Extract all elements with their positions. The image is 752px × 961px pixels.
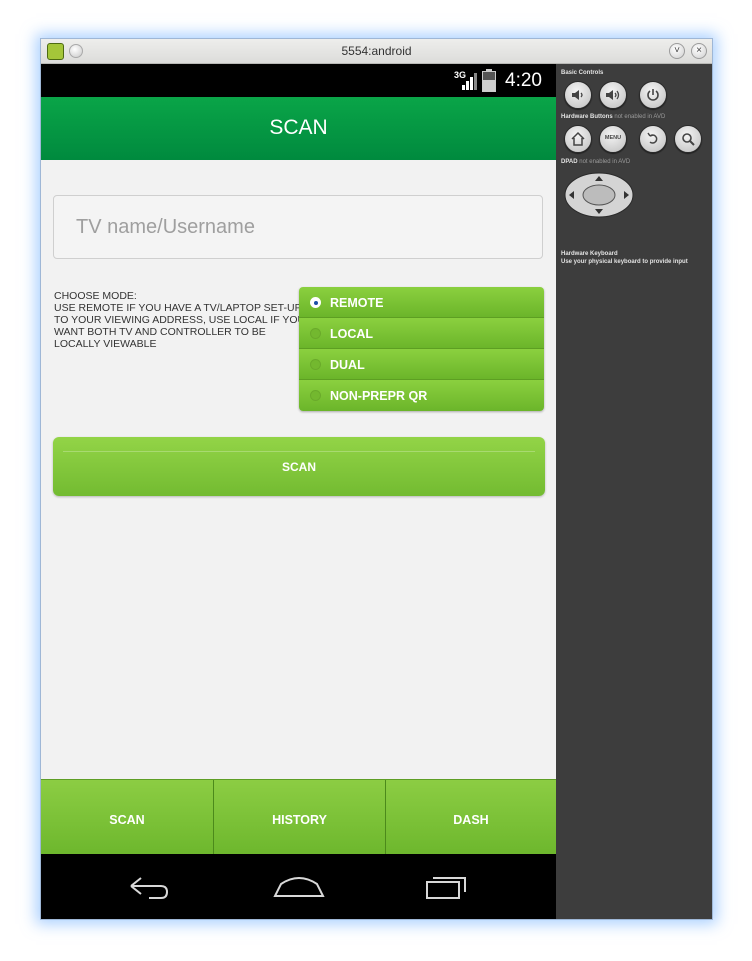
home-icon[interactable]	[269, 866, 329, 906]
basic-controls-label: Basic Controls	[561, 70, 604, 76]
tv-name-input[interactable]	[53, 195, 543, 259]
status-clock: 4:20	[505, 70, 542, 91]
tab-dash[interactable]: DASH	[386, 780, 556, 855]
mode-description-line: WANT BOTH TV AND CONTROLLER TO BE	[54, 326, 266, 338]
scan-button[interactable]: SCAN	[53, 437, 545, 496]
volume-up-icon[interactable]	[599, 81, 627, 109]
mode-option-label: NON-PREPR QR	[330, 389, 428, 403]
home-hardware-icon[interactable]	[564, 125, 592, 153]
emulator-controls-panel: Basic Controls Hardware Buttons not enab…	[556, 64, 712, 919]
minimize-button[interactable]: ˅	[669, 43, 685, 59]
status-bar: 3G 4:20	[41, 64, 556, 97]
page-title: SCAN	[269, 116, 328, 139]
battery-icon	[482, 69, 496, 92]
mode-option-label: REMOTE	[330, 296, 384, 310]
device-screen: 3G 4:20 SCAN CHOOSE MODE: USE REMOTE IF …	[41, 64, 556, 919]
search-hardware-icon[interactable]	[674, 125, 702, 153]
radio-unselected-icon	[310, 390, 321, 401]
mode-description-line: LOCALLY VIEWABLE	[54, 338, 157, 350]
close-button[interactable]: ×	[691, 43, 707, 59]
window-titlebar: 5554:android ˅ ×	[41, 39, 712, 64]
radio-unselected-icon	[310, 359, 321, 370]
menu-hardware-button[interactable]: MENU	[599, 125, 627, 153]
dpad-label: DPAD not enabled in AVD	[561, 159, 631, 165]
mode-option-dual[interactable]: DUAL	[299, 349, 544, 380]
hardware-keyboard-note: Use your physical keyboard to provide in…	[561, 259, 688, 265]
mode-option-label: DUAL	[330, 358, 365, 372]
recent-apps-icon[interactable]	[419, 866, 479, 906]
bottom-tab-bar: SCAN HISTORY DASH	[41, 779, 556, 855]
mode-option-label: LOCAL	[330, 327, 374, 341]
tab-label: SCAN	[109, 813, 145, 827]
tab-scan[interactable]: SCAN	[41, 780, 213, 855]
radio-unselected-icon	[310, 328, 321, 339]
back-hardware-icon[interactable]	[639, 125, 667, 153]
radio-selected-icon	[310, 297, 321, 308]
mode-radio-group: REMOTE LOCAL DUAL NON-PREPR QR	[299, 287, 544, 411]
signal-icon	[462, 72, 477, 90]
hardware-buttons-label: Hardware Buttons not enabled in AVD	[561, 114, 666, 120]
dpad-icon[interactable]	[563, 172, 635, 218]
navigation-bar	[41, 854, 556, 919]
tab-label: DASH	[453, 813, 489, 827]
hardware-keyboard-label: Hardware Keyboard	[561, 251, 618, 257]
tab-label: HISTORY	[272, 813, 327, 827]
mode-option-non-prepr-qr[interactable]: NON-PREPR QR	[299, 380, 544, 411]
mode-description-line: TO YOUR VIEWING ADDRESS, USE LOCAL IF YO…	[54, 314, 306, 326]
mode-description-line: CHOOSE MODE:	[54, 290, 137, 302]
mode-option-local[interactable]: LOCAL	[299, 318, 544, 349]
action-bar: SCAN	[41, 97, 556, 160]
window-title: 5554:android	[341, 44, 412, 58]
back-icon[interactable]	[119, 866, 179, 906]
mode-option-remote[interactable]: REMOTE	[299, 287, 544, 318]
emulator-window: 5554:android ˅ × 3G 4:20 SCAN CHOOSE MOD…	[40, 38, 713, 920]
mode-description: CHOOSE MODE: USE REMOTE IF YOU HAVE A TV…	[54, 290, 306, 350]
scan-button-label: SCAN	[281, 460, 316, 474]
tab-history[interactable]: HISTORY	[214, 780, 385, 855]
mode-description-line: USE REMOTE IF YOU HAVE A TV/LAPTOP SET-U…	[54, 302, 302, 314]
power-icon[interactable]	[639, 81, 667, 109]
volume-down-icon[interactable]	[564, 81, 592, 109]
